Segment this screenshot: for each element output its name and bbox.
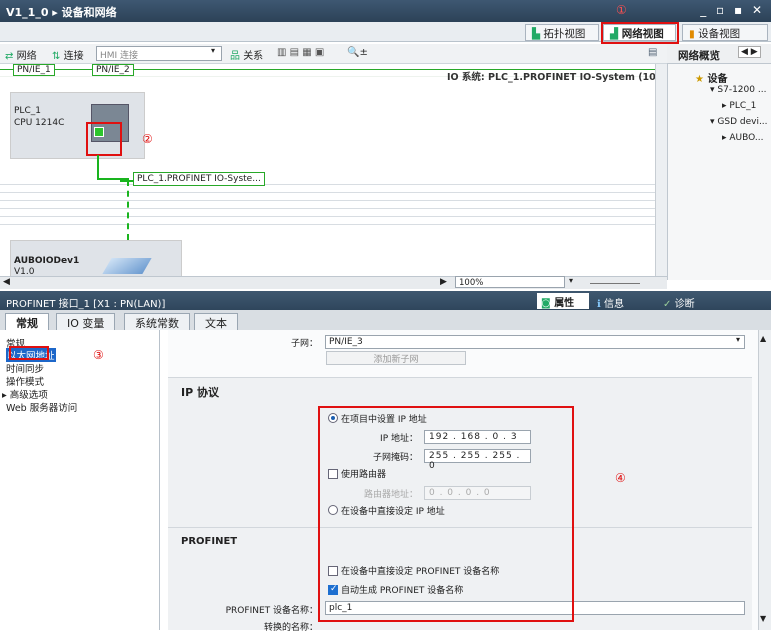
nav-item[interactable]: 时间同步 (6, 361, 44, 375)
aubo-name: AUBOIODev1 (14, 256, 80, 266)
toolbar-icons[interactable]: ▥ ▤ ▦ ▣ (277, 47, 324, 58)
highlight-port (86, 122, 122, 156)
chevron-down-icon[interactable]: ▾ (211, 46, 215, 55)
annotation-1: ① (616, 3, 627, 17)
annotation-4: ④ (615, 471, 626, 485)
ip-protocol-title: IP 协议 (181, 386, 219, 399)
tab-general[interactable]: 常规 (5, 313, 49, 330)
properties-title: PROFINET 接口_1 [X1 : PN(LAN)] (6, 299, 166, 310)
device-icon: ▮ (689, 28, 695, 40)
scroll-down-icon[interactable]: ▼ (760, 614, 766, 623)
scroll-left-icon[interactable]: ◀ (3, 277, 10, 287)
subnet-label: 子网： (290, 339, 318, 349)
overview-prev-icon[interactable]: ◀ ▶ (738, 46, 761, 58)
chevron-down-icon[interactable]: ▾ (569, 276, 573, 285)
connect-button[interactable]: ⇅ 连接 (52, 47, 84, 62)
nav-item[interactable]: 操作模式 (6, 374, 44, 388)
io-line-dashed (127, 180, 129, 240)
nav-item[interactable]: ▸ 高级选项 (2, 387, 48, 401)
converted-name-label: 转换的名称： (263, 623, 318, 633)
io-system-link-label[interactable]: PLC_1.PROFINET IO-Syste... (133, 172, 265, 186)
scroll-right-icon[interactable]: ▶ (440, 277, 447, 287)
zoom-select[interactable]: 100% (455, 276, 565, 288)
canvas-hscrollbar[interactable] (0, 276, 667, 289)
nav-item[interactable]: Web 服务器访问 (6, 400, 77, 414)
window-title-bar: V1_1_0 ▸ 设备和网络 (0, 0, 771, 22)
highlight-ip-settings (318, 406, 574, 622)
panel-toggle-icon[interactable]: ▤ (648, 47, 657, 58)
tab-device-view[interactable]: ▮ 设备视图 (682, 24, 768, 41)
tab-properties[interactable]: ◙ 属性 (537, 293, 589, 309)
tab-io-tags[interactable]: IO 变量 (56, 313, 116, 330)
chevron-down-icon[interactable]: ▾ (736, 335, 740, 344)
annotation-3: ③ (93, 348, 104, 362)
overview-item[interactable]: ▸ PLC_1 (722, 101, 756, 111)
add-subnet-button[interactable]: 添加新子网 (326, 351, 466, 365)
inner-tabs-bar (0, 310, 771, 330)
highlight-network-view (601, 22, 679, 44)
window-controls[interactable]: _ ▫ ▪ ✕ (700, 3, 765, 17)
overview-item[interactable]: ▾ GSD devi... (710, 117, 768, 127)
topology-icon: ▙ (532, 28, 541, 40)
tab-system-constants[interactable]: 系统常数 (124, 313, 190, 330)
tab-info[interactable]: ℹ 信息 (597, 295, 624, 310)
io-system-label: IO 系统: PLC_1.PROFINET IO-System (100) (447, 72, 667, 83)
subnet-label-2[interactable]: PN/IE_2 (92, 64, 134, 76)
subnet-select[interactable]: PN/IE_3 (325, 335, 745, 349)
plc-cpu: CPU 1214C (14, 118, 65, 128)
overview-title[interactable]: 网络概览 (678, 48, 720, 63)
annotation-2: ② (142, 132, 153, 146)
io-line-vertical (97, 155, 99, 179)
zoom-slider[interactable] (590, 283, 640, 284)
device-name-label: PROFINET 设备名称： (225, 606, 318, 616)
subnet-label-1[interactable]: PN/IE_1 (13, 64, 55, 76)
connection-type-select[interactable]: HMI 连接 (96, 46, 222, 61)
network-button[interactable]: ⇄ 网络 (5, 47, 37, 62)
zoom-button[interactable]: 🔍± (347, 47, 368, 58)
relations-button[interactable]: 品 关系 (230, 47, 263, 62)
scroll-up-icon[interactable]: ▲ (760, 334, 766, 343)
overview-item[interactable]: ▾ S7-1200 ... (710, 85, 766, 95)
tab-diagnostics[interactable]: ✓ 诊断 (663, 295, 695, 310)
overview-item[interactable]: ▸ AUBO... (722, 133, 763, 143)
property-vscrollbar[interactable] (758, 330, 771, 630)
tab-topology-view[interactable]: ▙ 拓扑视图 (525, 24, 599, 41)
highlight-ethernet (9, 346, 49, 360)
profinet-title: PROFINET (181, 536, 238, 547)
tab-texts[interactable]: 文本 (194, 313, 238, 330)
window-title: V1_1_0 ▸ 设备和网络 (6, 6, 117, 19)
overview-header: ★ 设备 (695, 74, 728, 85)
plc-name: PLC_1 (14, 106, 41, 116)
